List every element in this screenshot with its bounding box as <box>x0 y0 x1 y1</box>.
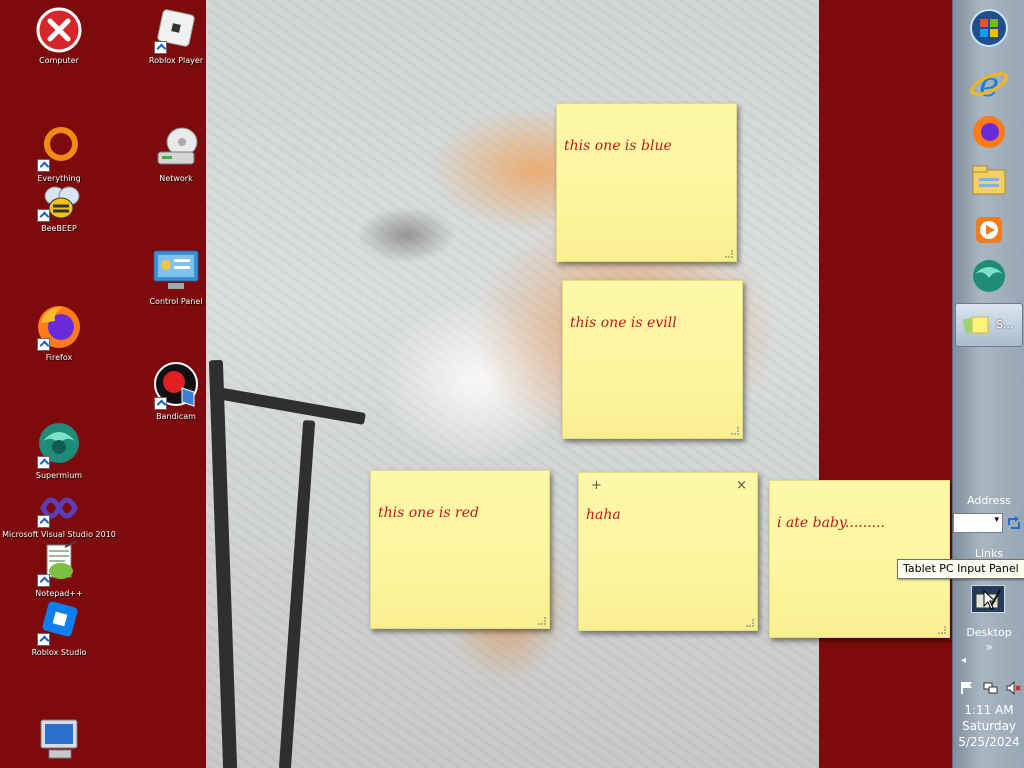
sticky-note-blue[interactable]: this one is blue <box>556 103 737 262</box>
explorer-folder-icon[interactable] <box>967 158 1011 202</box>
computer-error-icon <box>35 6 83 54</box>
clock-day: Saturday <box>961 719 1017 733</box>
go-button-icon[interactable] <box>1005 513 1023 533</box>
desktop-icon-label: Roblox Player <box>148 56 204 65</box>
desktop-toolbar-label: Desktop <box>966 626 1012 639</box>
resize-grip[interactable] <box>746 619 754 627</box>
address-toolbar-label: Address <box>967 494 1011 507</box>
desktop-icon-label: Roblox Studio <box>31 648 87 657</box>
system-clock[interactable]: 1:11 AM Saturday 5/25/2024 <box>953 702 1024 750</box>
shortcut-arrow-icon <box>37 515 50 528</box>
clock-time: 1:11 AM <box>964 703 1014 717</box>
desktop-icon-label: Control Panel <box>149 297 203 306</box>
control-panel-icon <box>152 247 200 295</box>
shortcut-arrow-icon <box>37 633 50 646</box>
network-status-icon[interactable] <box>982 680 998 694</box>
chair-leg-shape <box>278 420 316 768</box>
action-center-flag-icon[interactable] <box>959 680 975 694</box>
mouse-cursor-icon <box>983 589 997 610</box>
internet-explorer-icon[interactable]: e <box>967 62 1011 106</box>
desktop: Computer Roblox Player Everything Networ… <box>0 0 952 768</box>
shortcut-arrow-icon <box>37 456 50 469</box>
svg-text:e: e <box>979 65 999 105</box>
sticky-note-text[interactable]: this one is blue <box>564 138 672 154</box>
tray-expand-arrow-icon[interactable]: ◂ <box>961 655 966 666</box>
desktop-icon-label: Firefox <box>45 353 73 362</box>
desktop-icon-label: Bandicam <box>156 412 196 421</box>
desktop-icon-monitor[interactable] <box>0 716 118 764</box>
desktop-icon-everything[interactable]: Everything <box>0 124 118 184</box>
address-input[interactable]: ▾ <box>953 513 1003 533</box>
taskbar: e S... Address ▾ Links Desktop » ◂ 1:11 … <box>952 0 1024 768</box>
bee-icon <box>35 184 83 222</box>
taskbar-button-label: S... <box>996 318 1014 331</box>
everything-search-icon <box>35 124 83 172</box>
desktop-icon-beebeep[interactable]: BeeBEEP <box>0 184 118 234</box>
desktop-icon-control-panel[interactable]: Control Panel <box>117 247 235 307</box>
add-note-button[interactable]: + <box>591 478 602 493</box>
sticky-note-red[interactable]: this one is red <box>370 470 550 629</box>
desktop-icon-roblox-studio[interactable]: Roblox Studio <box>0 598 118 658</box>
volume-muted-icon[interactable] <box>1005 680 1021 696</box>
desktop-icon-network[interactable]: Network <box>117 124 235 184</box>
resize-grip[interactable] <box>725 250 733 258</box>
desktop-icon-visual-studio[interactable]: Microsoft Visual Studio 2010 <box>0 488 118 540</box>
shortcut-arrow-icon <box>154 397 167 410</box>
tooltip: Tablet PC Input Panel <box>897 559 1024 579</box>
visual-studio-icon <box>35 488 83 528</box>
desktop-icon-label: Microsoft Visual Studio 2010 <box>2 530 116 539</box>
firefox-icon[interactable] <box>967 110 1011 154</box>
desktop-icon-bandicam[interactable]: Bandicam <box>117 362 235 422</box>
shortcut-arrow-icon <box>37 574 50 587</box>
roblox-studio-icon <box>35 598 83 646</box>
sticky-note-text[interactable]: i ate baby......... <box>777 515 885 531</box>
taskbar-button-sticky-notes[interactable]: S... <box>955 303 1023 347</box>
supermium-icon[interactable] <box>967 254 1011 298</box>
close-note-button[interactable]: × <box>736 478 747 493</box>
desktop-icon-label: Network <box>159 174 193 183</box>
sticky-note-text[interactable]: this one is red <box>378 505 479 521</box>
sticky-note-haha[interactable]: + × haha <box>578 472 758 631</box>
desktop-icon-supermium[interactable]: Supermium <box>0 421 118 481</box>
desktop-icon-label: Supermium <box>35 471 83 480</box>
sticky-notes-icon <box>962 314 990 336</box>
desktop-icon-computer[interactable]: Computer <box>0 6 118 66</box>
desktop-icon-firefox[interactable]: Firefox <box>0 303 118 363</box>
shortcut-arrow-icon <box>37 209 50 222</box>
shortcut-arrow-icon <box>154 41 167 54</box>
firefox-icon <box>35 303 83 351</box>
start-orb-icon[interactable] <box>967 6 1011 50</box>
supermium-icon <box>35 421 83 469</box>
bandicam-icon <box>152 362 200 410</box>
sticky-note-evill[interactable]: this one is evill <box>562 280 743 439</box>
dropdown-arrow-icon[interactable]: ▾ <box>994 515 999 525</box>
resize-grip[interactable] <box>731 427 739 435</box>
chair-bar-shape <box>216 387 366 425</box>
shortcut-arrow-icon <box>37 159 50 172</box>
sticky-note-text[interactable]: this one is evill <box>570 315 677 331</box>
resize-grip[interactable] <box>538 617 546 625</box>
desktop-icon-roblox-player[interactable]: Roblox Player <box>117 6 235 66</box>
desktop-icon-label: BeeBEEP <box>41 224 77 233</box>
shortcut-arrow-icon <box>37 338 50 351</box>
media-player-icon[interactable] <box>967 208 1011 252</box>
network-drive-icon <box>152 124 200 172</box>
desktop-icon-notepadpp[interactable]: Notepad++ <box>0 540 118 599</box>
roblox-icon <box>152 6 200 54</box>
desktop-icon-label: Everything <box>37 174 81 183</box>
resize-grip[interactable] <box>938 626 946 634</box>
notepadpp-icon <box>35 540 83 587</box>
clock-date: 5/25/2024 <box>958 735 1020 749</box>
monitor-icon <box>35 716 83 764</box>
chevron-icon[interactable]: » <box>953 640 1024 654</box>
desktop-icon-label: Computer <box>39 56 79 65</box>
sticky-note-text[interactable]: haha <box>586 507 621 523</box>
